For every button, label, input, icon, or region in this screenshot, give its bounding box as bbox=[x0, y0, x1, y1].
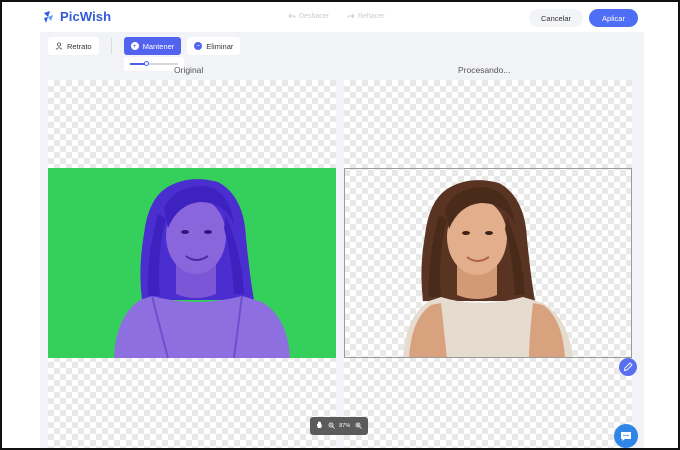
brush-size-slider[interactable] bbox=[130, 61, 178, 66]
undo-label: Deshacer bbox=[299, 13, 329, 20]
portrait-tool-label: Retrato bbox=[67, 41, 92, 51]
zoom-out-icon[interactable] bbox=[328, 422, 335, 431]
zoom-control: 87% bbox=[310, 417, 368, 435]
person-icon bbox=[55, 42, 63, 50]
processed-canvas[interactable] bbox=[344, 80, 632, 448]
edit-fab-button[interactable] bbox=[619, 358, 637, 376]
top-bar: PicWish Deshacer Rehacer Cancelar Aplica… bbox=[32, 4, 644, 32]
minus-circle-icon: − bbox=[194, 42, 203, 50]
keep-tool-label: Mantener bbox=[142, 41, 175, 51]
chat-icon bbox=[621, 431, 631, 441]
editor-workspace: Retrato + Mantener − Eliminar Original P… bbox=[40, 32, 644, 448]
original-canvas[interactable] bbox=[48, 80, 336, 448]
plus-circle-icon: + bbox=[130, 42, 139, 50]
original-pane-label: Original bbox=[174, 65, 204, 75]
app-logo: PicWish bbox=[42, 9, 111, 24]
edit-toolbar: Retrato + Mantener − Eliminar bbox=[48, 36, 241, 56]
processing-pane-label: Procesando... bbox=[458, 65, 511, 75]
undo-button[interactable]: Deshacer bbox=[288, 13, 329, 20]
keep-tool-button[interactable]: + Mantener bbox=[123, 37, 182, 55]
redo-icon bbox=[347, 13, 355, 19]
edit-bubble-icon bbox=[623, 362, 633, 372]
redo-button[interactable]: Rehacer bbox=[347, 13, 384, 20]
erase-tool-button[interactable]: − Eliminar bbox=[187, 37, 241, 55]
history-controls: Deshacer Rehacer bbox=[288, 13, 384, 20]
apply-button[interactable]: Aplicar bbox=[589, 9, 638, 27]
app-name: PicWish bbox=[60, 9, 112, 24]
brush-size-handle[interactable] bbox=[144, 61, 150, 66]
picwish-logo-icon bbox=[42, 10, 55, 24]
portrait-cutout bbox=[403, 180, 573, 357]
toolbar-divider bbox=[110, 38, 112, 54]
undo-icon bbox=[288, 13, 296, 19]
processed-photo bbox=[344, 168, 632, 358]
portrait-tool-button[interactable]: Retrato bbox=[48, 37, 99, 55]
zoom-in-icon[interactable] bbox=[355, 422, 362, 431]
original-photo bbox=[48, 168, 336, 358]
portrait-keep-mask bbox=[114, 179, 290, 358]
zoom-level: 87% bbox=[339, 423, 351, 429]
erase-tool-label: Eliminar bbox=[206, 41, 234, 51]
cancel-button[interactable]: Cancelar bbox=[529, 9, 583, 27]
chat-fab-button[interactable] bbox=[614, 424, 638, 448]
app-window: PicWish Deshacer Rehacer Cancelar Aplica… bbox=[0, 0, 680, 450]
redo-label: Rehacer bbox=[357, 13, 385, 20]
hand-icon[interactable] bbox=[316, 421, 323, 431]
